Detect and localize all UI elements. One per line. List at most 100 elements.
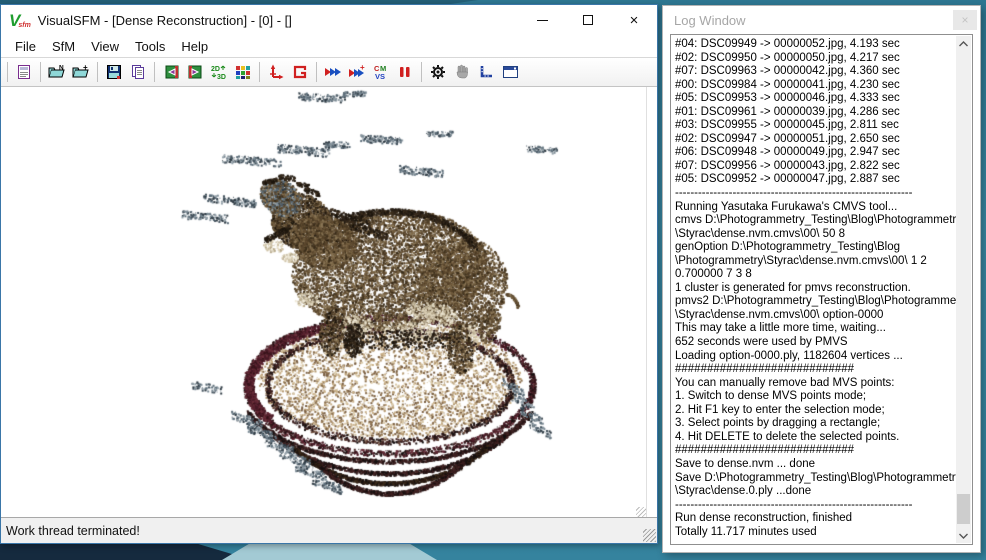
menu-item[interactable]: View	[83, 37, 127, 56]
scroll-thumb[interactable]	[957, 494, 970, 524]
log-line: #07: DSC09963 -> 00000042.jpg, 4.360 sec	[675, 65, 956, 79]
pause-icon[interactable]	[393, 60, 417, 84]
copy-icon[interactable]	[126, 60, 150, 84]
toolbar-separator	[40, 62, 41, 82]
log-line: 3. Select points by dragging a rectangle…	[675, 417, 956, 431]
title-bar[interactable]: Vsfm VisualSFM - [Dense Reconstruction] …	[1, 5, 657, 35]
log-line: ############################	[675, 363, 956, 377]
log-line: ----------------------------------------…	[675, 499, 956, 513]
log-line: Running Yasutaka Furukawa's CMVS tool...	[675, 201, 956, 215]
log-line: \Photogrammetry\Styrac\dense.nvm.cmvs\00…	[675, 255, 956, 269]
resize-grip[interactable]	[643, 529, 656, 542]
scroll-down-arrow[interactable]	[956, 528, 971, 543]
log-line: genOption D:\Photogrammetry_Testing\Blog	[675, 241, 956, 255]
open-project-icon[interactable]: N	[45, 60, 69, 84]
log-line: ############################	[675, 444, 956, 458]
toggle-2d-3d-icon[interactable]: 2D3D	[207, 60, 231, 84]
log-line: This may take a little more time, waitin…	[675, 322, 956, 336]
toolbar-separator	[7, 62, 8, 82]
log-line: Loading option-0000.ply, 1182604 vertice…	[675, 350, 956, 364]
menu-item[interactable]: File	[7, 37, 44, 56]
log-window: Log Window × #04: DSC09949 -> 00000052.j…	[662, 5, 981, 553]
log-line: #02: DSC09950 -> 00000050.jpg, 4.217 sec	[675, 52, 956, 66]
next-image-icon[interactable]	[183, 60, 207, 84]
menu-item[interactable]: SfM	[44, 37, 83, 56]
toolbar-separator	[316, 62, 317, 82]
log-line: #06: DSC09948 -> 00000049.jpg, 2.947 sec	[675, 146, 956, 160]
log-line: 4. Hit DELETE to delete the selected poi…	[675, 431, 956, 445]
log-line: #07: DSC09956 -> 00000043.jpg, 2.822 sec	[675, 160, 956, 174]
log-line: 652 seconds were used by PMVS	[675, 336, 956, 350]
svg-text:VS: VS	[375, 72, 385, 80]
toggle-grid-icon[interactable]	[288, 60, 312, 84]
log-window-title: Log Window	[674, 13, 746, 28]
log-line: pmvs2 D:\Photogrammetry_Testing\Blog\Pho…	[675, 295, 956, 309]
log-line: #00: DSC09984 -> 00000041.jpg, 4.230 sec	[675, 79, 956, 93]
log-line: ----------------------------------------…	[675, 187, 956, 201]
toolbar-separator	[97, 62, 98, 82]
log-line: Run dense reconstruction, finished	[675, 512, 956, 526]
log-line: 0.700000 7 3 8	[675, 268, 956, 282]
toggle-axes-icon[interactable]	[264, 60, 288, 84]
menu-item[interactable]: Help	[173, 37, 216, 56]
log-line: #05: DSC09952 -> 00000047.jpg, 2.887 sec	[675, 173, 956, 187]
desktop-shape	[222, 542, 437, 560]
viewport-resize-grip[interactable]	[636, 507, 646, 517]
status-message: Work thread terminated!	[6, 524, 140, 538]
log-line: \Styrac\dense.0.ply ...done	[675, 485, 956, 499]
toolbar: N + 2D3D + CMVS	[1, 57, 657, 87]
settings-gear-icon[interactable]	[426, 60, 450, 84]
svg-text:N: N	[59, 65, 64, 72]
log-close-button[interactable]: ×	[953, 10, 977, 30]
window-title: VisualSFM - [Dense Reconstruction] - [0]…	[38, 13, 292, 28]
log-line: Save D:\Photogrammetry_Testing\Blog\Phot…	[675, 472, 956, 486]
report-icon[interactable]	[12, 60, 36, 84]
toolbar-separator	[421, 62, 422, 82]
maximize-icon	[583, 15, 593, 25]
close-icon: ×	[630, 13, 639, 28]
menu-bar: FileSfMViewToolsHelp	[1, 35, 657, 57]
log-line: \Styrac\dense.nvm.cmvs\00\ option-0000	[675, 309, 956, 323]
log-line: 1 cluster is generated for pmvs reconstr…	[675, 282, 956, 296]
log-line: cmvs D:\Photogrammetry_Testing\Blog\Phot…	[675, 214, 956, 228]
measure-ruler-icon[interactable]	[474, 60, 498, 84]
run-cmvs-icon[interactable]: CMVS	[369, 60, 393, 84]
svg-text:2D: 2D	[211, 66, 220, 73]
compute-3d-reconstruction-icon[interactable]: +	[345, 60, 369, 84]
menu-item[interactable]: Tools	[127, 37, 173, 56]
log-line: #02: DSC09947 -> 00000051.jpg, 2.650 sec	[675, 133, 956, 147]
log-line: #05: DSC09953 -> 00000046.jpg, 4.333 sec	[675, 92, 956, 106]
scroll-up-arrow[interactable]	[956, 36, 971, 51]
svg-text:+: +	[360, 64, 365, 72]
save-icon[interactable]	[102, 60, 126, 84]
minimize-button[interactable]	[519, 5, 565, 35]
log-title-bar[interactable]: Log Window ×	[663, 6, 980, 34]
image-thumbnails-icon[interactable]	[231, 60, 255, 84]
svg-text:3D: 3D	[217, 74, 226, 80]
log-line: #04: DSC09949 -> 00000052.jpg, 4.193 sec	[675, 38, 956, 52]
pan-hand-icon[interactable]	[450, 60, 474, 84]
toolbar-separator	[154, 62, 155, 82]
log-scrollbar[interactable]	[956, 36, 971, 543]
reconstruction-viewport[interactable]	[1, 87, 657, 519]
visualsfm-window: Vsfm VisualSFM - [Dense Reconstruction] …	[0, 4, 658, 544]
log-line: 1. Switch to dense MVS points mode;	[675, 390, 956, 404]
log-line: 2. Hit F1 key to enter the selection mod…	[675, 404, 956, 418]
compute-missing-matches-icon[interactable]	[321, 60, 345, 84]
open-add-images-icon[interactable]: +	[69, 60, 93, 84]
desktop-shape	[0, 542, 252, 560]
point-cloud-canvas[interactable]	[1, 87, 655, 517]
minimize-icon	[537, 20, 548, 21]
log-line: You can manually remove bad MVS points:	[675, 377, 956, 391]
log-line: Totally 11.717 minutes used	[675, 526, 956, 540]
previous-image-icon[interactable]	[159, 60, 183, 84]
log-line: \Styrac\dense.nvm.cmvs\00\ 50 8	[675, 228, 956, 242]
new-window-icon[interactable]	[498, 60, 522, 84]
toolbar-separator	[259, 62, 260, 82]
svg-text:+: +	[83, 64, 88, 72]
log-line: Save to dense.nvm ... done	[675, 458, 956, 472]
log-output-panel[interactable]: #04: DSC09949 -> 00000052.jpg, 4.193 sec…	[670, 34, 973, 545]
maximize-button[interactable]	[565, 5, 611, 35]
close-button[interactable]: ×	[611, 5, 657, 35]
log-line: #01: DSC09961 -> 00000039.jpg, 4.286 sec	[675, 106, 956, 120]
